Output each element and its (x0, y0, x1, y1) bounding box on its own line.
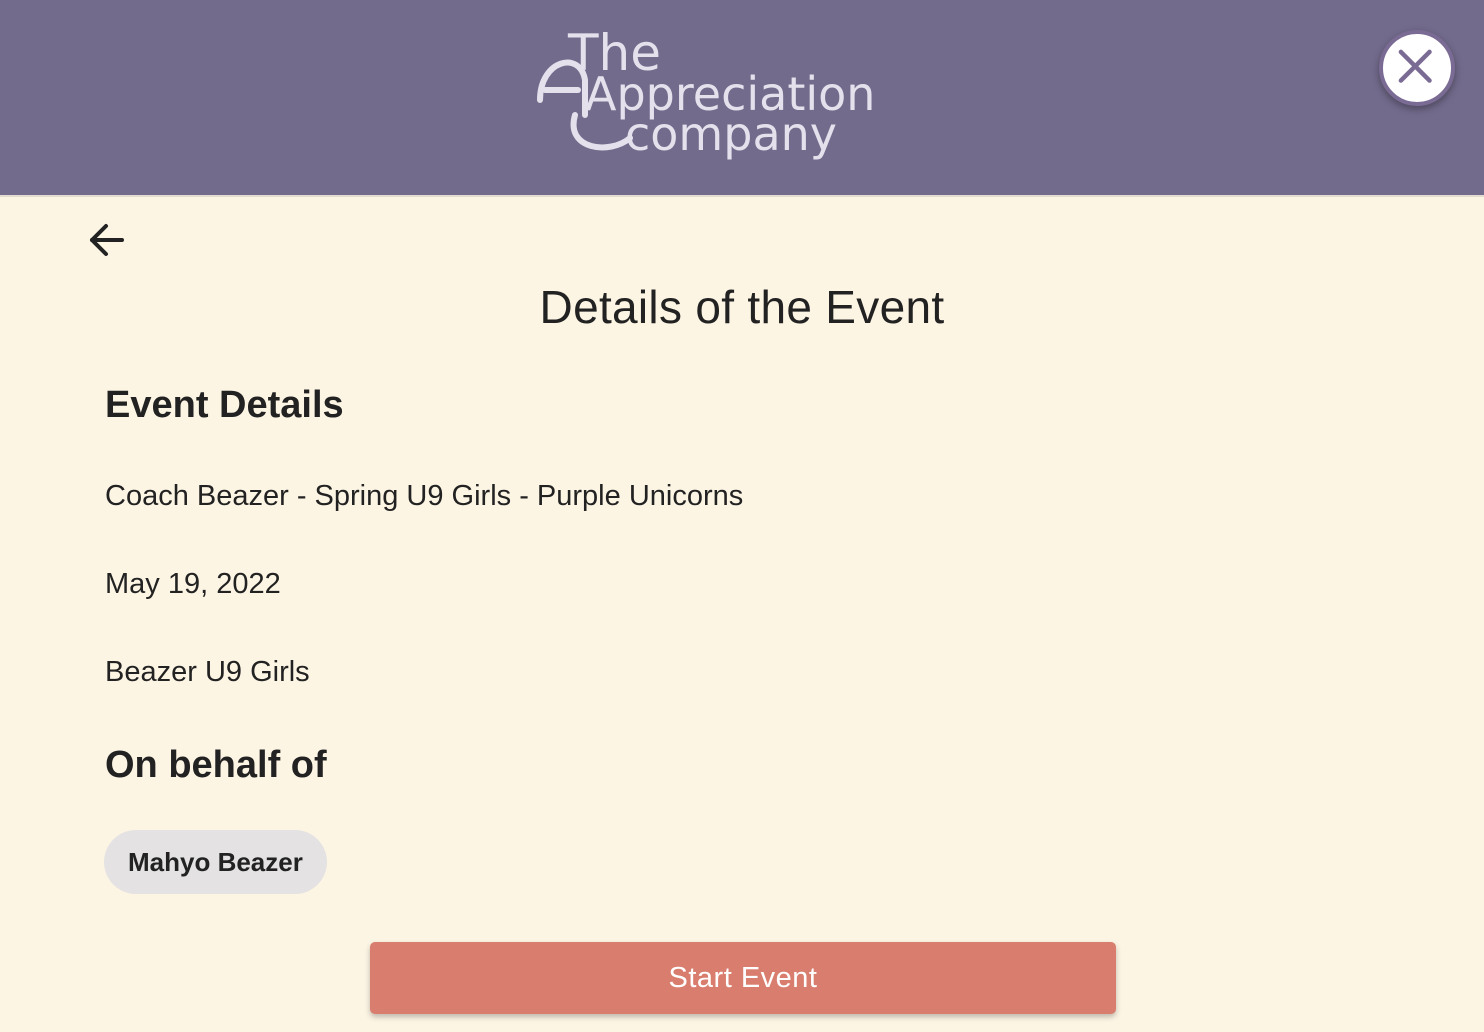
page-title: Details of the Event (539, 281, 945, 333)
back-button[interactable] (84, 218, 128, 262)
appreciation-company-logo: The Appreciation company (530, 20, 875, 170)
close-icon (1398, 49, 1432, 83)
arrow-left-icon (90, 224, 124, 256)
app-header: The Appreciation company (0, 0, 1484, 197)
person-chip-label: Mahyo Beazer (128, 846, 303, 877)
person-chip[interactable]: Mahyo Beazer (104, 830, 327, 894)
event-details-heading: Event Details (105, 384, 344, 426)
event-team: Beazer U9 Girls (105, 656, 310, 688)
event-date: May 19, 2022 (105, 568, 281, 600)
start-event-button[interactable]: Start Event (370, 942, 1116, 1014)
event-name: Coach Beazer - Spring U9 Girls - Purple … (105, 480, 744, 512)
logo-line-company: company (625, 107, 837, 161)
close-button[interactable] (1379, 30, 1455, 106)
on-behalf-of-heading: On behalf of (105, 744, 327, 786)
